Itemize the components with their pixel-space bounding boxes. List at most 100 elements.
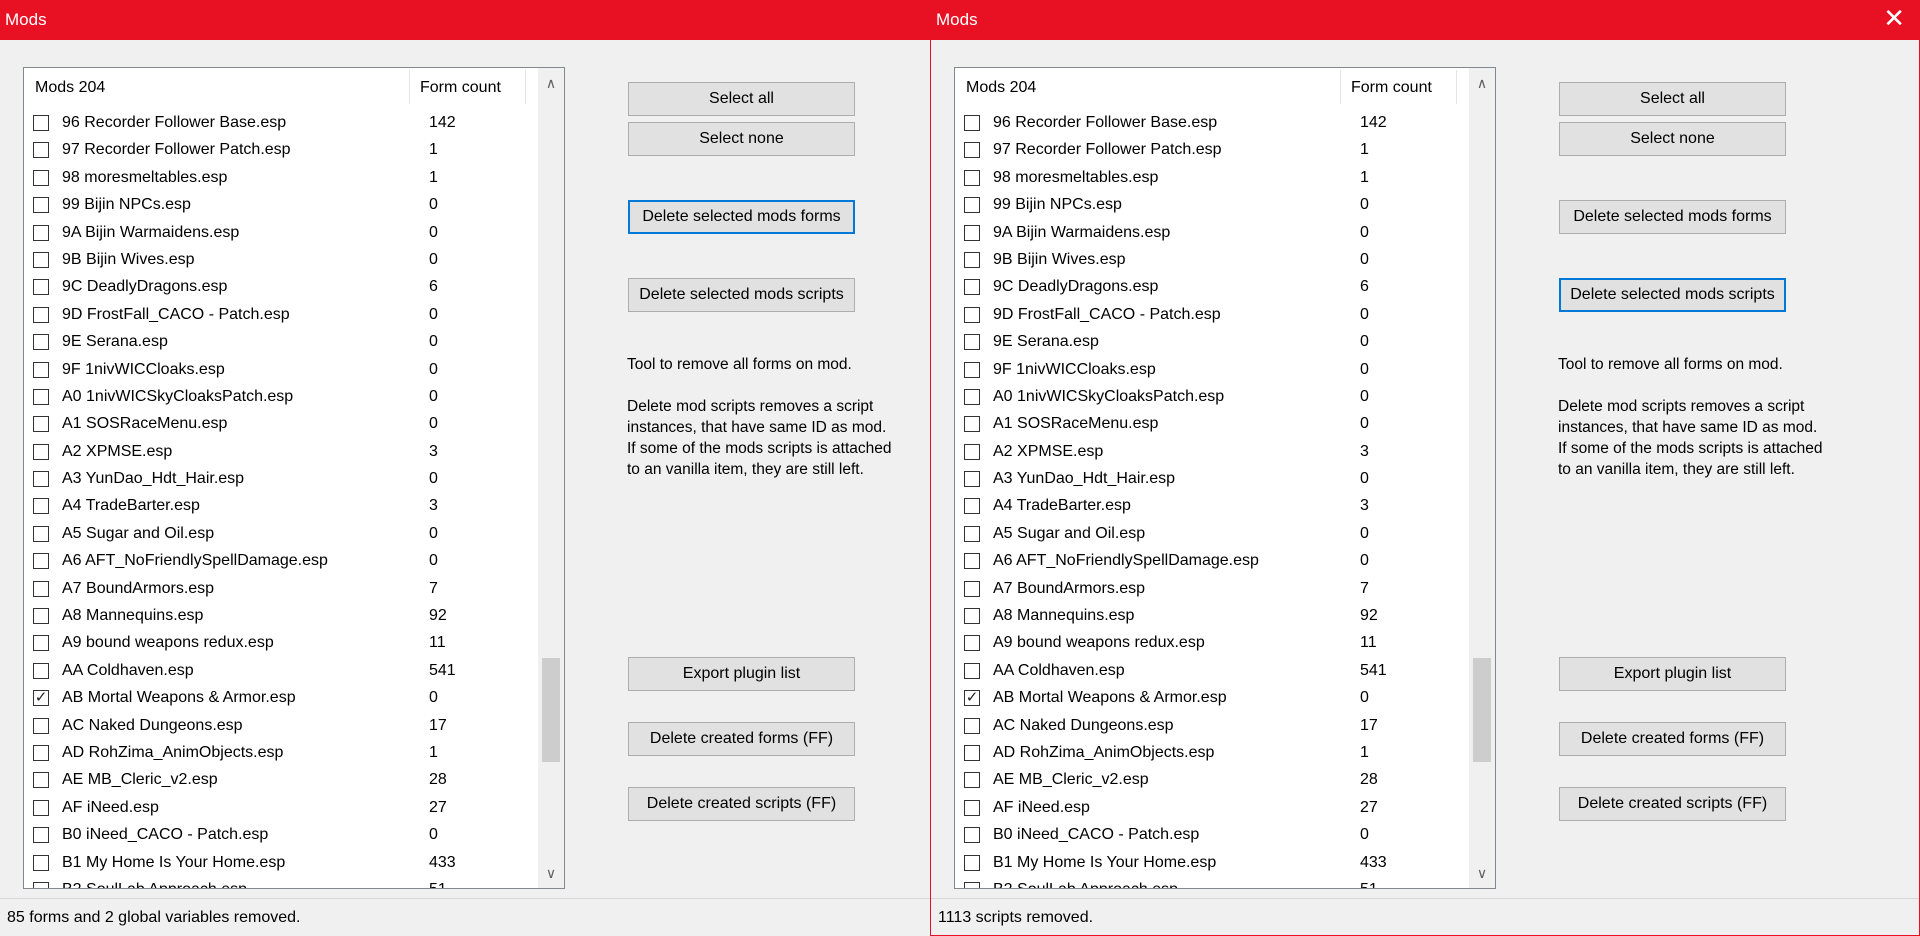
mod-checkbox[interactable] xyxy=(33,471,49,488)
mod-row[interactable]: A3 YunDao_Hdt_Hair.esp 0 xyxy=(24,466,537,493)
mod-checkbox[interactable] xyxy=(33,306,49,323)
mod-checkbox[interactable] xyxy=(964,279,980,296)
mod-row[interactable]: 9C DeadlyDragons.esp 6 xyxy=(955,274,1468,301)
mod-row[interactable]: 9D FrostFall_CACO - Patch.esp 0 xyxy=(24,302,537,329)
mod-row[interactable]: AE MB_Cleric_v2.esp 28 xyxy=(955,767,1468,794)
select-all-button[interactable]: Select all xyxy=(1559,82,1786,116)
mod-row[interactable]: 9B Bijin Wives.esp 0 xyxy=(955,247,1468,274)
mod-row[interactable]: 9A Bijin Warmaidens.esp 0 xyxy=(24,220,537,247)
mod-checkbox[interactable] xyxy=(964,498,980,515)
form-count-column-header[interactable]: Form count xyxy=(1351,79,1432,97)
mod-row[interactable]: A7 BoundArmors.esp 7 xyxy=(24,576,537,603)
mod-row[interactable]: 9D FrostFall_CACO - Patch.esp 0 xyxy=(955,302,1468,329)
mod-checkbox[interactable] xyxy=(964,854,980,871)
vertical-scrollbar[interactable]: ∧ ∨ xyxy=(538,68,564,888)
mod-checkbox[interactable] xyxy=(33,197,49,214)
mod-row[interactable]: B0 iNeed_CACO - Patch.esp 0 xyxy=(24,822,537,849)
mod-checkbox[interactable] xyxy=(964,334,980,351)
mod-checkbox[interactable] xyxy=(964,717,980,734)
mod-row[interactable]: AE MB_Cleric_v2.esp 28 xyxy=(24,767,537,794)
mod-row[interactable]: 99 Bijin NPCs.esp 0 xyxy=(24,192,537,219)
mod-row[interactable]: A2 XPMSE.esp 3 xyxy=(955,439,1468,466)
select-all-button[interactable]: Select all xyxy=(628,82,855,116)
mod-row[interactable]: A4 TradeBarter.esp 3 xyxy=(24,493,537,520)
mod-row[interactable]: A3 YunDao_Hdt_Hair.esp 0 xyxy=(955,466,1468,493)
chevron-up-icon[interactable]: ∧ xyxy=(1469,70,1495,96)
mod-checkbox[interactable] xyxy=(33,361,49,378)
mod-row[interactable]: A7 BoundArmors.esp 7 xyxy=(955,576,1468,603)
mod-row[interactable]: AF iNeed.esp 27 xyxy=(955,795,1468,822)
mod-checkbox[interactable] xyxy=(964,388,980,405)
mod-checkbox[interactable]: ✓ xyxy=(33,690,49,707)
select-none-button[interactable]: Select none xyxy=(628,122,855,156)
mod-row[interactable]: A6 AFT_NoFriendlySpellDamage.esp 0 xyxy=(955,548,1468,575)
mod-checkbox[interactable] xyxy=(964,744,980,761)
mod-checkbox[interactable] xyxy=(964,608,980,625)
mod-checkbox[interactable] xyxy=(964,471,980,488)
mod-row[interactable]: A5 Sugar and Oil.esp 0 xyxy=(24,521,537,548)
mod-checkbox[interactable] xyxy=(33,717,49,734)
mods-column-header[interactable]: Mods 204 xyxy=(35,79,105,97)
mod-row[interactable]: A0 1nivWICSkyCloaksPatch.esp 0 xyxy=(955,384,1468,411)
mods-list[interactable]: Mods 204 Form count 96 Recorder Follower B… xyxy=(954,67,1496,889)
mod-row[interactable]: 97 Recorder Follower Patch.esp 1 xyxy=(24,137,537,164)
mod-row[interactable]: A1 SOSRaceMenu.esp 0 xyxy=(955,411,1468,438)
mod-checkbox[interactable] xyxy=(33,662,49,679)
mod-checkbox[interactable] xyxy=(33,635,49,652)
mod-checkbox[interactable] xyxy=(33,388,49,405)
mod-row[interactable]: ✓ AB Mortal Weapons & Armor.esp 0 xyxy=(955,685,1468,712)
mod-checkbox[interactable] xyxy=(33,881,49,888)
scrollbar-thumb[interactable] xyxy=(1473,658,1491,762)
mod-checkbox[interactable] xyxy=(964,881,980,888)
mod-row[interactable]: A2 XPMSE.esp 3 xyxy=(24,439,537,466)
mod-row[interactable]: A5 Sugar and Oil.esp 0 xyxy=(955,521,1468,548)
mod-row[interactable]: AA Coldhaven.esp 541 xyxy=(24,658,537,685)
mod-checkbox[interactable] xyxy=(33,416,49,433)
mod-checkbox[interactable]: ✓ xyxy=(964,690,980,707)
mod-checkbox[interactable] xyxy=(964,224,980,241)
mod-checkbox[interactable] xyxy=(964,580,980,597)
mod-checkbox[interactable] xyxy=(964,416,980,433)
delete-mods-forms-button[interactable]: Delete selected mods forms xyxy=(1559,200,1786,234)
mod-row[interactable]: B1 My Home Is Your Home.esp 433 xyxy=(24,850,537,877)
mod-row[interactable]: 9F 1nivWICCloaks.esp 0 xyxy=(24,357,537,384)
mod-row[interactable]: A9 bound weapons redux.esp 11 xyxy=(24,630,537,657)
mod-row[interactable]: B1 My Home Is Your Home.esp 433 xyxy=(955,850,1468,877)
mod-checkbox[interactable] xyxy=(964,115,980,131)
mod-row[interactable]: A9 bound weapons redux.esp 11 xyxy=(955,630,1468,657)
mod-checkbox[interactable] xyxy=(964,169,980,186)
mod-checkbox[interactable] xyxy=(964,142,980,159)
mod-checkbox[interactable] xyxy=(33,115,49,131)
mod-row[interactable]: A8 Mannequins.esp 92 xyxy=(24,603,537,630)
mod-checkbox[interactable] xyxy=(964,197,980,214)
mod-checkbox[interactable] xyxy=(33,608,49,625)
delete-created-forms-button[interactable]: Delete created forms (FF) xyxy=(1559,722,1786,756)
mod-row[interactable]: 98 moresmeltables.esp 1 xyxy=(955,165,1468,192)
mod-checkbox[interactable] xyxy=(33,525,49,542)
select-none-button[interactable]: Select none xyxy=(1559,122,1786,156)
mod-checkbox[interactable] xyxy=(964,361,980,378)
mods-list[interactable]: Mods 204 Form count 96 Recorder Follower B… xyxy=(23,67,565,889)
mod-row[interactable]: 96 Recorder Follower Base.esp 142 xyxy=(24,110,537,137)
mod-checkbox[interactable] xyxy=(33,772,49,789)
mod-row[interactable]: B2 SoulLab Approach.esp 51 xyxy=(955,877,1468,888)
mod-checkbox[interactable] xyxy=(964,772,980,789)
mod-row[interactable]: A4 TradeBarter.esp 3 xyxy=(955,493,1468,520)
mod-row[interactable]: A0 1nivWICSkyCloaksPatch.esp 0 xyxy=(24,384,537,411)
mod-row[interactable]: 9C DeadlyDragons.esp 6 xyxy=(24,274,537,301)
mod-checkbox[interactable] xyxy=(33,799,49,816)
mod-row[interactable]: AC Naked Dungeons.esp 17 xyxy=(24,713,537,740)
mod-row[interactable]: A8 Mannequins.esp 92 xyxy=(955,603,1468,630)
mod-row[interactable]: B2 SoulLab Approach.esp 51 xyxy=(24,877,537,888)
mod-checkbox[interactable] xyxy=(33,142,49,159)
mod-checkbox[interactable] xyxy=(964,799,980,816)
mod-checkbox[interactable] xyxy=(964,251,980,268)
mod-checkbox[interactable] xyxy=(964,553,980,570)
export-plugin-list-button[interactable]: Export plugin list xyxy=(1559,657,1786,691)
mod-checkbox[interactable] xyxy=(33,443,49,460)
mod-row[interactable]: B0 iNeed_CACO - Patch.esp 0 xyxy=(955,822,1468,849)
mods-column-header[interactable]: Mods 204 xyxy=(966,79,1036,97)
delete-created-scripts-button[interactable]: Delete created scripts (FF) xyxy=(628,787,855,821)
mod-checkbox[interactable] xyxy=(964,525,980,542)
mod-row[interactable]: AC Naked Dungeons.esp 17 xyxy=(955,713,1468,740)
